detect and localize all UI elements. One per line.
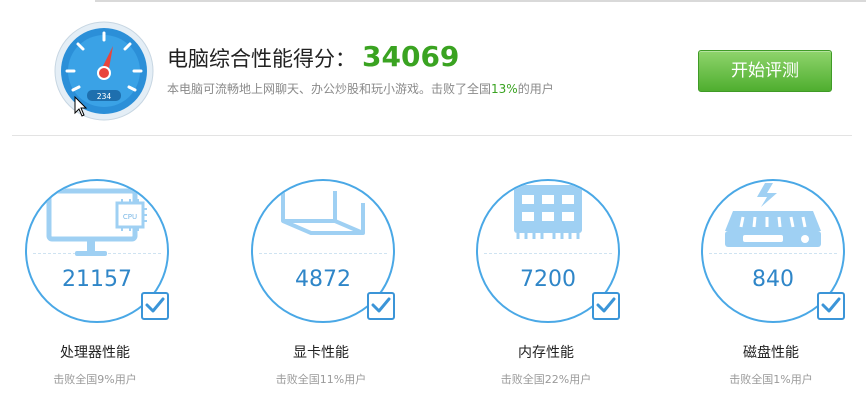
gpu-check-icon[interactable]	[367, 292, 395, 320]
subtitle-prefix: 本电脑可流畅地上网聊天、办公炒股和玩小游戏。击败了全国	[167, 82, 492, 96]
cpu-check-icon[interactable]	[141, 292, 169, 320]
disk-score: 840	[752, 267, 794, 292]
mouse-cursor-icon	[74, 96, 88, 117]
subtitle-percent: 13%	[491, 82, 518, 96]
speedometer-icon: 234	[54, 21, 154, 121]
disk-performance-card[interactable]: 840 磁盘性能 击败全国1%用户	[676, 175, 866, 405]
cpu-label: 处理器性能	[60, 345, 130, 361]
cpu-performance-card[interactable]: CPU 21157 处理器性能 击败全国9%用户	[0, 175, 200, 405]
start-benchmark-button[interactable]: 开始评测	[698, 50, 832, 92]
memory-score: 7200	[520, 267, 576, 292]
memory-performance-card[interactable]: 7200 内存性能 击败全国22%用户	[451, 175, 651, 405]
gauge-readout: 234	[97, 92, 112, 101]
disk-label: 磁盘性能	[743, 345, 799, 361]
score-title: 电脑综合性能得分：	[167, 47, 356, 71]
gpu-performance-card[interactable]: 4872 显卡性能 击败全国11%用户	[226, 175, 426, 405]
cpu-rank: 击败全国9%用户	[53, 373, 137, 386]
memory-rank: 击败全国22%用户	[500, 373, 592, 386]
memory-label: 内存性能	[518, 345, 574, 361]
header-divider	[12, 135, 852, 136]
subtitle-suffix: 的用户	[517, 82, 554, 96]
score-value: 34069	[362, 40, 460, 73]
cpu-score: 21157	[62, 267, 132, 292]
gpu-rank: 击败全国11%用户	[275, 373, 367, 386]
score-header: 234 电脑综合性能得分： 34069 本电脑可流畅地上网聊天、办公炒股和玩小游…	[0, 0, 866, 135]
memory-check-icon[interactable]	[592, 292, 620, 320]
score-subtitle: 本电脑可流畅地上网聊天、办公炒股和玩小游戏。击败了全国13%的用户	[167, 80, 554, 97]
disk-rank: 击败全国1%用户	[729, 373, 813, 386]
disk-check-icon[interactable]	[817, 292, 845, 320]
gpu-label: 显卡性能	[293, 345, 349, 361]
gpu-score: 4872	[295, 267, 351, 292]
cpu-chip-label: CPU	[123, 213, 137, 221]
